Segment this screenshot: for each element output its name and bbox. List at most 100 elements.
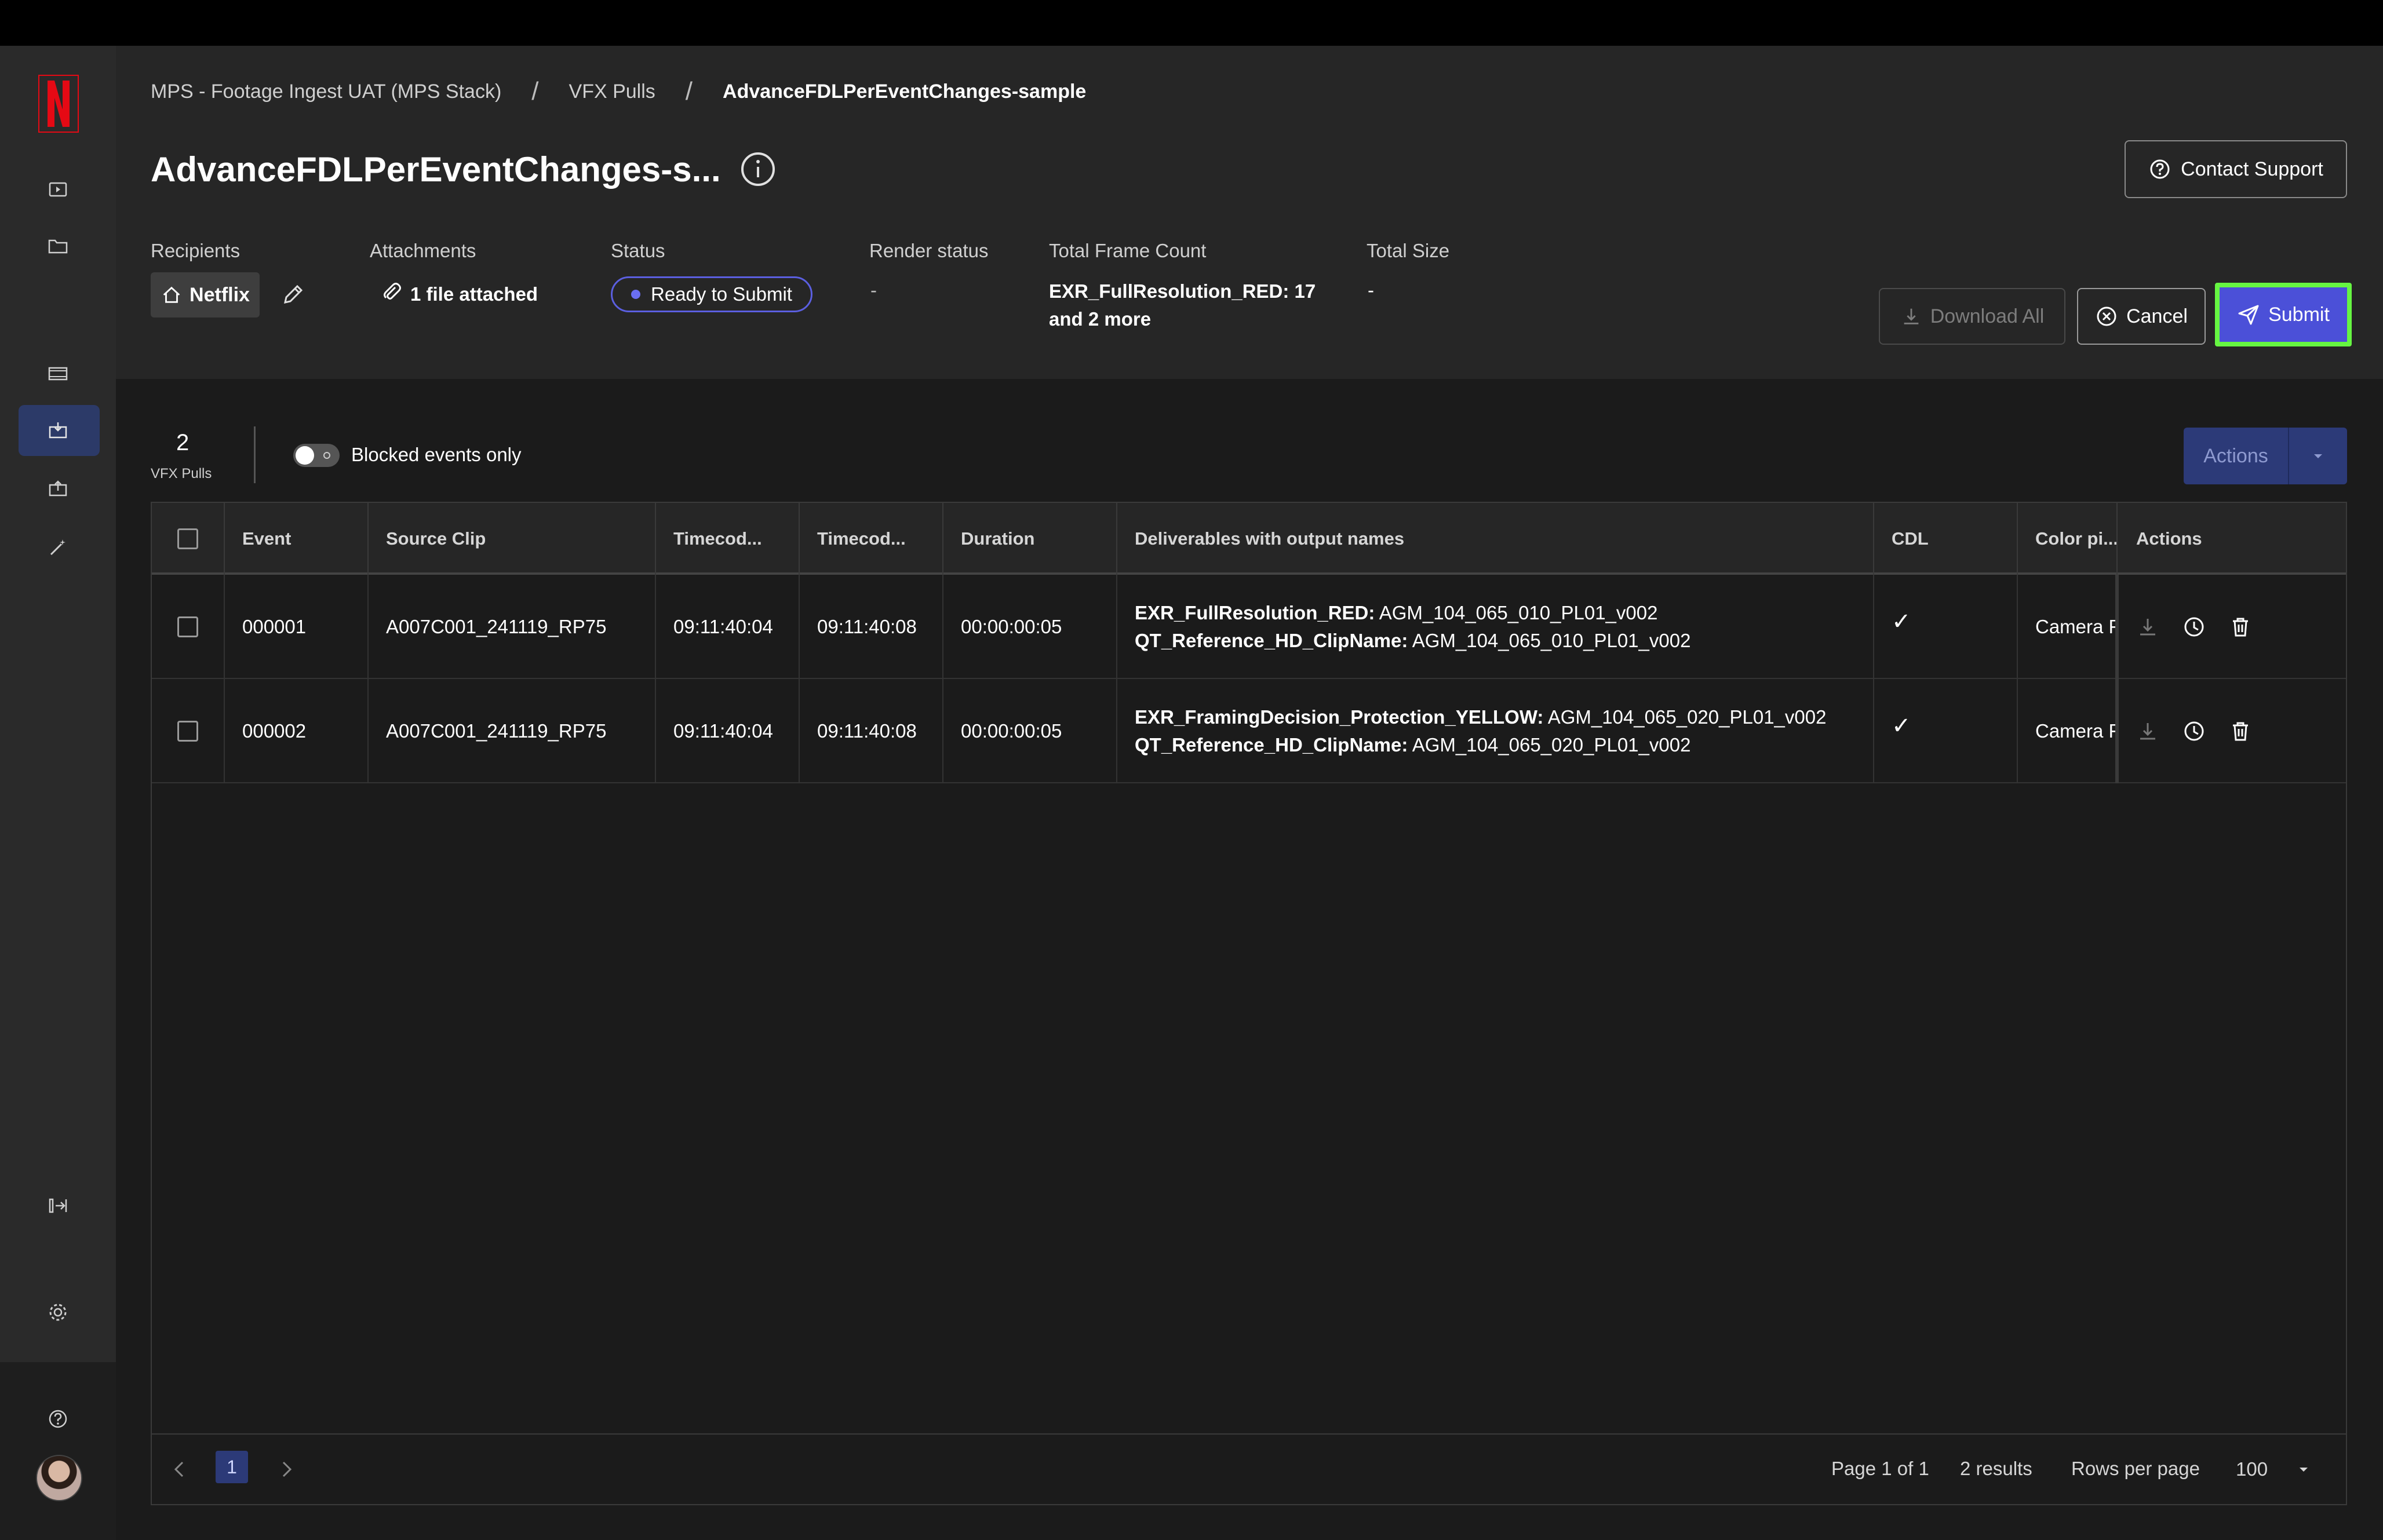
column-header-deliverables[interactable]: Deliverables with output names bbox=[1117, 503, 1874, 575]
page-title: AdvanceFDLPerEventChanges-s... bbox=[151, 150, 721, 189]
recipient-chip: Netflix bbox=[151, 272, 260, 318]
rows-per-page-select[interactable]: 100 bbox=[2236, 1452, 2340, 1487]
row-checkbox[interactable] bbox=[177, 616, 198, 637]
toolbar-divider bbox=[254, 426, 256, 483]
deliverable-output: AGM_104_065_020_PL01_v002 bbox=[1547, 706, 1827, 728]
download-all-label: Download All bbox=[1930, 305, 2045, 327]
breadcrumb-separator: / bbox=[531, 77, 539, 105]
history-icon[interactable] bbox=[2182, 615, 2206, 638]
contact-support-label: Contact Support bbox=[2181, 158, 2323, 180]
recipient-value: Netflix bbox=[190, 283, 250, 306]
send-icon bbox=[2238, 305, 2259, 325]
deliverable-name: QT_Reference_HD_ClipName: bbox=[1135, 630, 1408, 651]
cdl-check-icon: ✓ bbox=[1874, 575, 2018, 679]
vfx-pulls-table: Event Source Clip Timecod... Timecod... … bbox=[151, 502, 2347, 1505]
status-value: Ready to Submit bbox=[651, 283, 792, 305]
source-clip-cell: A007C001_241119_RP75 bbox=[369, 575, 656, 679]
table-footer: 1 Page 1 of 1 2 results Rows per page 10… bbox=[152, 1433, 2346, 1504]
row-select-cell bbox=[152, 679, 225, 783]
netflix-logo-icon[interactable] bbox=[38, 75, 79, 133]
row-checkbox[interactable] bbox=[177, 721, 198, 742]
caret-down-icon bbox=[2300, 1468, 2308, 1472]
cancel-button[interactable]: Cancel bbox=[2077, 288, 2206, 345]
paperclip-icon bbox=[380, 280, 403, 306]
column-header-color-pipeline[interactable]: Color pi... bbox=[2018, 503, 2118, 575]
help-icon[interactable] bbox=[42, 1403, 74, 1435]
breadcrumb-item-vfx-pulls[interactable]: VFX Pulls bbox=[569, 81, 655, 103]
timecode-out-cell: 09:11:40:08 bbox=[800, 679, 943, 783]
chevron-right-icon[interactable] bbox=[275, 1458, 298, 1484]
color-pipeline-cell: Camera F bbox=[2018, 679, 2118, 783]
chevron-left-icon[interactable] bbox=[168, 1458, 191, 1484]
column-header-timecode-in[interactable]: Timecod... bbox=[656, 503, 800, 575]
deliverable-name: EXR_FullResolution_RED: bbox=[1135, 602, 1375, 623]
download-all-button[interactable]: Download All bbox=[1879, 288, 2065, 345]
total-frame-count-label: Total Frame Count bbox=[1049, 240, 1207, 261]
close-circle-icon bbox=[2097, 306, 2116, 326]
collapse-sidebar-icon[interactable] bbox=[42, 1189, 74, 1222]
blocked-events-toggle[interactable] bbox=[293, 444, 340, 467]
sidebar bbox=[0, 46, 116, 1540]
color-pipeline-cell: Camera F bbox=[2018, 575, 2118, 679]
render-status-label: Render status bbox=[869, 240, 989, 261]
render-status-value: - bbox=[870, 279, 877, 301]
home-icon bbox=[163, 286, 180, 303]
total-size-label: Total Size bbox=[1367, 240, 1450, 261]
attachments-label: Attachments bbox=[370, 240, 476, 261]
total-frame-count-value: EXR_FullResolution_RED: 17 bbox=[1049, 280, 1316, 302]
toggle-knob bbox=[296, 446, 314, 465]
film-strip-icon[interactable] bbox=[42, 357, 74, 390]
folder-icon[interactable] bbox=[42, 230, 74, 262]
submit-button[interactable]: Submit bbox=[2215, 283, 2352, 346]
info-icon[interactable] bbox=[739, 151, 777, 188]
play-icon[interactable] bbox=[42, 173, 74, 206]
recipients-label: Recipients bbox=[151, 240, 241, 261]
download-icon[interactable] bbox=[2136, 720, 2159, 743]
column-header-event[interactable]: Event bbox=[225, 503, 369, 575]
submit-label: Submit bbox=[2268, 303, 2330, 326]
download-icon[interactable] bbox=[2136, 615, 2159, 638]
column-header-cdl[interactable]: CDL bbox=[1874, 503, 2018, 575]
actions-dropdown-button[interactable] bbox=[2289, 428, 2347, 484]
avatar[interactable] bbox=[36, 1455, 82, 1501]
trash-icon[interactable] bbox=[2229, 720, 2252, 743]
column-header-source-clip[interactable]: Source Clip bbox=[369, 503, 656, 575]
source-clip-cell: A007C001_241119_RP75 bbox=[369, 679, 656, 783]
magic-wand-icon[interactable] bbox=[42, 531, 74, 564]
rows-per-page-value: 100 bbox=[2236, 1458, 2268, 1480]
vfx-pulls-icon[interactable] bbox=[42, 414, 74, 447]
rows-per-page-label: Rows per page bbox=[2071, 1458, 2200, 1479]
timecode-out-cell: 09:11:40:08 bbox=[800, 575, 943, 679]
column-header-timecode-out[interactable]: Timecod... bbox=[800, 503, 943, 575]
column-header-duration[interactable]: Duration bbox=[943, 503, 1117, 575]
select-all-cell bbox=[152, 503, 225, 575]
blocked-events-label: Blocked events only bbox=[351, 444, 522, 465]
select-all-checkbox[interactable] bbox=[177, 528, 198, 549]
trash-icon[interactable] bbox=[2229, 615, 2252, 638]
attachments-link[interactable]: 1 file attached bbox=[410, 283, 538, 305]
timecode-in-cell: 09:11:40:04 bbox=[656, 575, 800, 679]
top-bar bbox=[0, 0, 2383, 46]
page-number-button[interactable]: 1 bbox=[216, 1451, 248, 1483]
deliverable-name: QT_Reference_HD_ClipName: bbox=[1135, 734, 1408, 756]
actions-button[interactable]: Actions bbox=[2184, 428, 2289, 484]
status-dot-icon bbox=[631, 290, 641, 299]
cancel-label: Cancel bbox=[2126, 305, 2188, 327]
status-label: Status bbox=[611, 240, 665, 261]
row-actions-cell bbox=[2119, 679, 2348, 783]
breadcrumb-item-current: AdvanceFDLPerEventChanges-sample bbox=[723, 80, 1087, 103]
column-header-actions: Actions bbox=[2136, 528, 2202, 549]
breadcrumb: MPS - Footage Ingest UAT (MPS Stack) / V… bbox=[151, 77, 1086, 106]
total-frame-count-more[interactable]: and 2 more bbox=[1049, 308, 1151, 330]
gear-icon[interactable] bbox=[42, 1296, 74, 1329]
history-icon[interactable] bbox=[2182, 720, 2206, 743]
breadcrumb-item-project[interactable]: MPS - Footage Ingest UAT (MPS Stack) bbox=[151, 81, 501, 103]
contact-support-button[interactable]: Contact Support bbox=[2125, 140, 2347, 198]
help-icon bbox=[2150, 159, 2170, 179]
table-row: 000001 A007C001_241119_RP75 09:11:40:04 … bbox=[152, 575, 2346, 679]
deliverables-cell: EXR_FullResolution_RED: AGM_104_065_010_… bbox=[1117, 575, 1874, 679]
edit-recipients-icon[interactable] bbox=[280, 282, 306, 310]
camera-upload-icon[interactable] bbox=[42, 472, 74, 505]
duration-cell: 00:00:00:05 bbox=[943, 575, 1117, 679]
timecode-in-cell: 09:11:40:04 bbox=[656, 679, 800, 783]
